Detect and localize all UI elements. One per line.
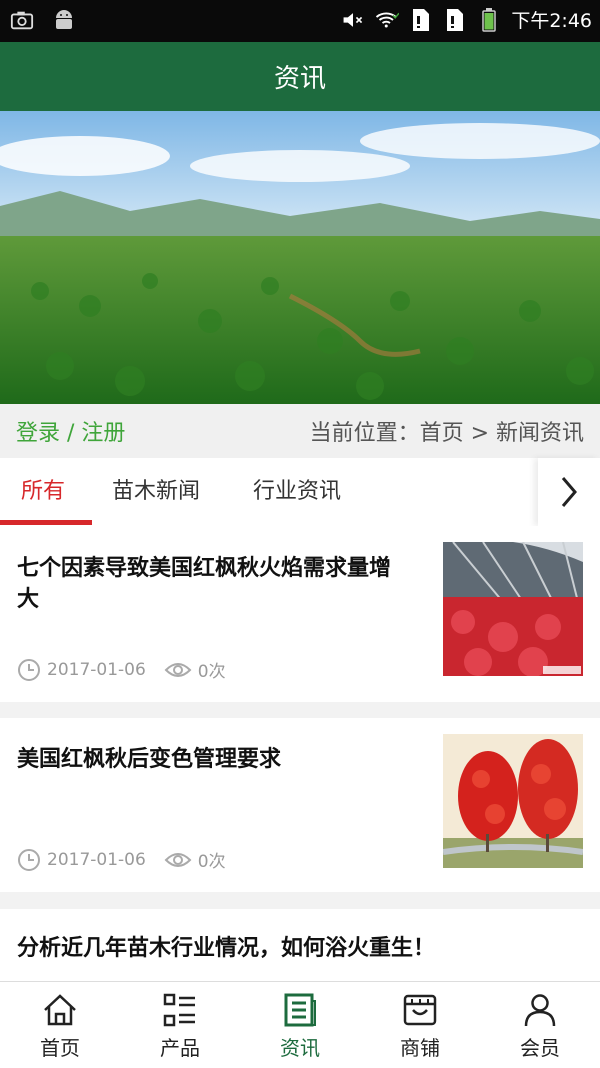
news-title: 美国红枫秋后变色管理要求 [17, 747, 282, 772]
tab-industry-news[interactable]: 行业资讯 [253, 458, 341, 524]
news-meta: 2017-01-06 0次 [17, 657, 226, 682]
login-register-link[interactable]: 登录 / 注册 [16, 415, 125, 447]
mute-icon [341, 8, 365, 32]
tabbar-shop[interactable]: 商铺 [360, 982, 480, 1068]
clock-icon [18, 848, 40, 871]
tabbar-label: 资讯 [280, 1036, 320, 1060]
battery-icon [477, 7, 501, 32]
news-views: 0次 [197, 662, 226, 682]
chevron-right-icon [561, 477, 577, 507]
news-icon [284, 993, 316, 1027]
news-thumbnail [443, 734, 583, 868]
news-item[interactable]: 分析近几年苗木行业情况，如何浴火重生！ [0, 909, 600, 981]
news-date: 2017-01-06 [47, 849, 146, 870]
tabbar-home[interactable]: 首页 [0, 982, 120, 1068]
tabbar-products[interactable]: 产品 [120, 982, 240, 1068]
active-tab-indicator [0, 520, 92, 525]
hero-banner-image [0, 111, 600, 404]
sim1-icon [409, 8, 433, 32]
clock-icon [18, 658, 40, 681]
wifi-icon [375, 8, 400, 32]
news-date: 2017-01-06 [47, 659, 146, 680]
tabbar-label: 会员 [520, 1036, 560, 1060]
tab-all[interactable]: 所有 [21, 458, 65, 524]
shop-icon [403, 994, 437, 1026]
sim2-icon [443, 8, 467, 32]
tabbar-label: 商铺 [400, 1036, 440, 1060]
tab-nursery-news[interactable]: 苗木新闻 [112, 458, 200, 524]
breadcrumb-bar: 登录 / 注册 当前位置：首页 > 新闻资讯 [0, 404, 600, 458]
eye-icon [164, 662, 192, 677]
news-title: 七个因素导致美国红枫秋火焰需求量增大 [17, 556, 392, 612]
status-time: 下午2:46 [511, 10, 592, 32]
eye-icon [164, 852, 192, 867]
news-views: 0次 [197, 852, 226, 872]
news-item[interactable]: 美国红枫秋后变色管理要求 2017-01-06 0次 [0, 718, 600, 892]
android-icon [52, 8, 76, 32]
tabbar-news[interactable]: 资讯 [240, 982, 360, 1068]
tabbar-label: 首页 [40, 1036, 80, 1060]
news-meta: 2017-01-06 0次 [17, 847, 226, 872]
page-title: 资讯 [273, 64, 326, 94]
product-list-icon [163, 993, 195, 1027]
breadcrumb: 当前位置：首页 > 新闻资讯 [309, 421, 584, 446]
app-header: 资讯 [0, 42, 600, 111]
news-title: 分析近几年苗木行业情况，如何浴火重生！ [17, 936, 436, 961]
news-item[interactable]: 七个因素导致美国红枫秋火焰需求量增大 2017-01-06 0次 [0, 526, 600, 702]
screenshot-icon [10, 8, 34, 32]
tabs-more-button[interactable] [538, 458, 600, 526]
home-icon [44, 994, 76, 1026]
user-icon [524, 994, 556, 1027]
category-tabs: 所有 苗木新闻 行业资讯 [0, 458, 600, 526]
tabbar-label: 产品 [160, 1036, 200, 1060]
news-thumbnail [443, 542, 583, 676]
status-bar: 下午2:46 [0, 0, 600, 42]
tabbar-member[interactable]: 会员 [480, 982, 600, 1068]
bottom-tab-bar: 首页 产品 资讯 商铺 会员 [0, 981, 600, 1068]
